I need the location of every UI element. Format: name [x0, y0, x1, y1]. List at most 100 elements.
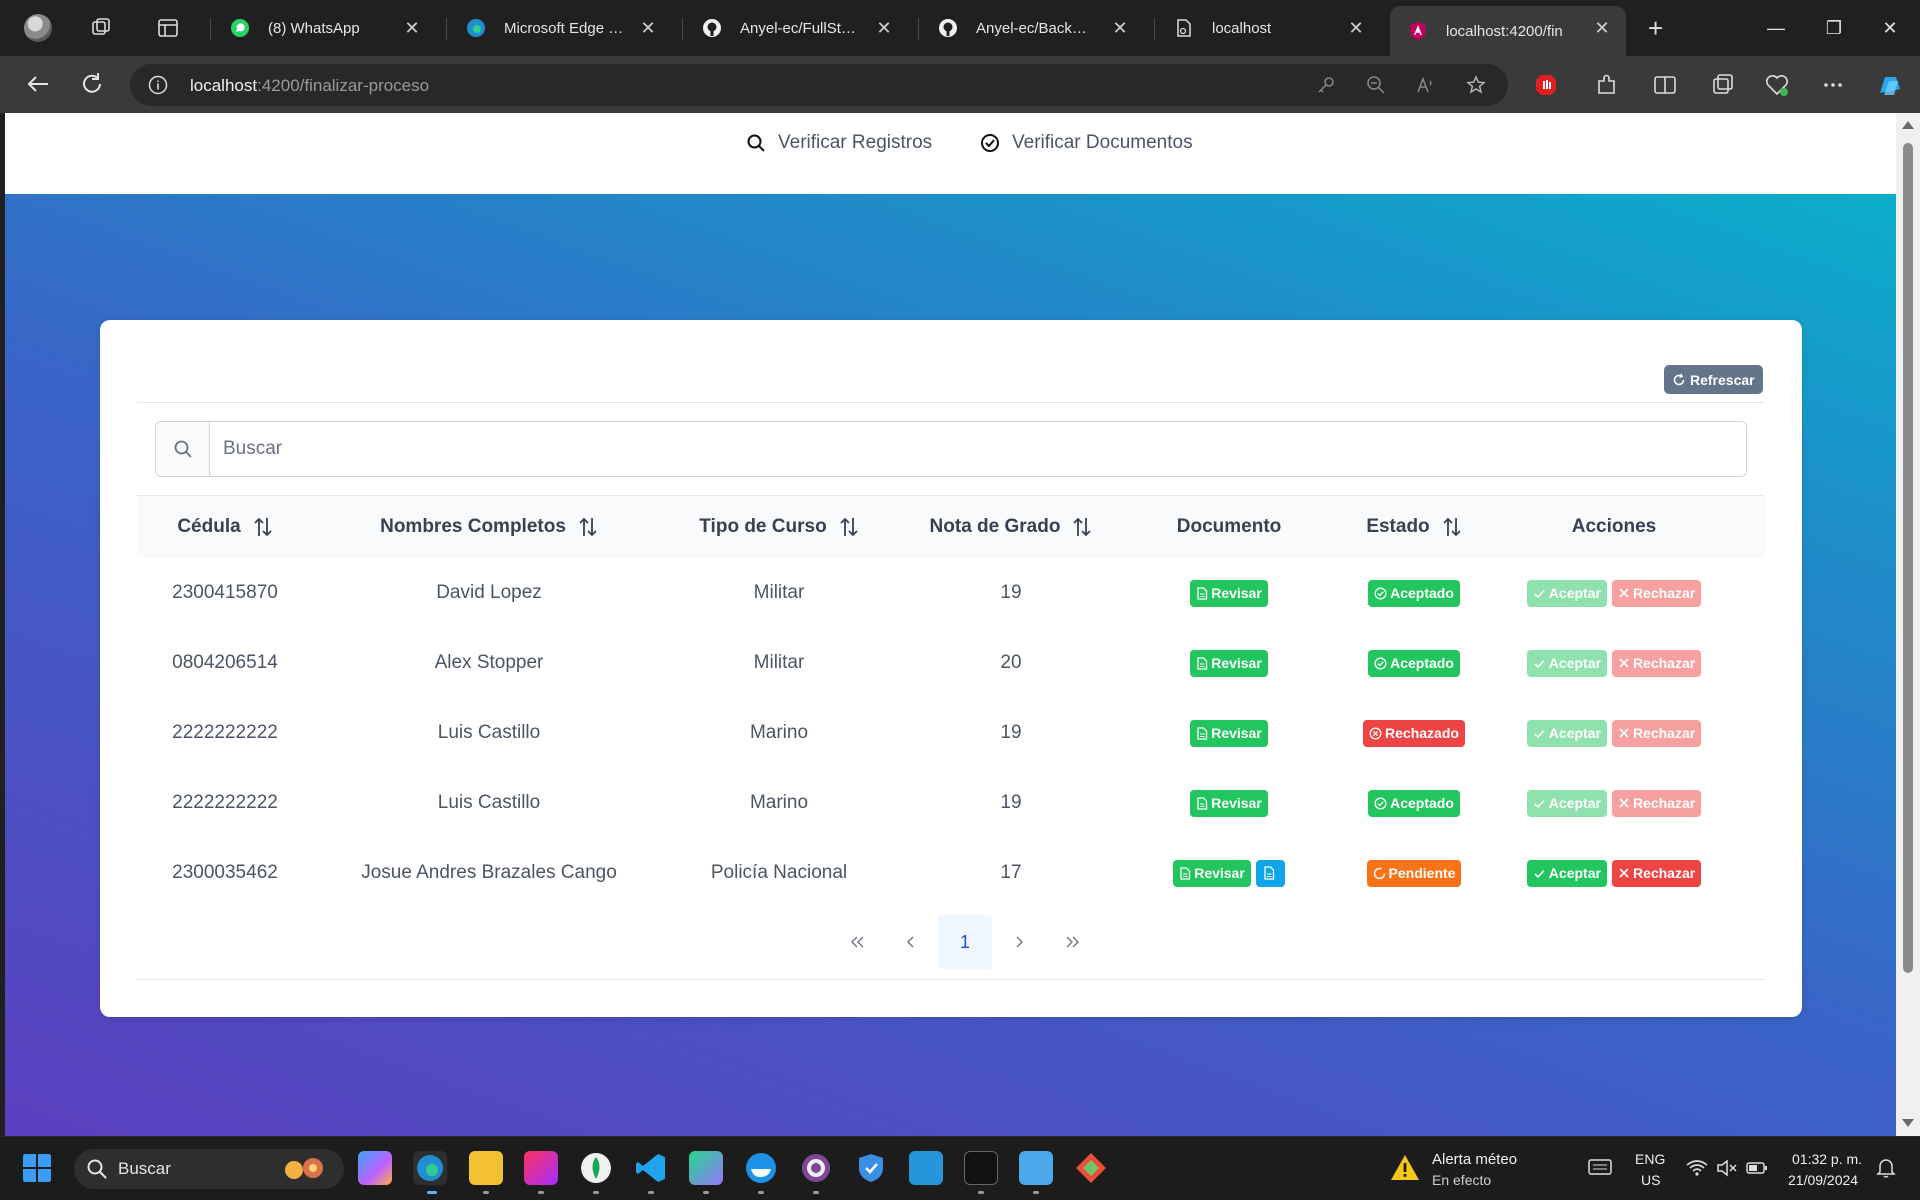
first-page-button[interactable]: [830, 915, 884, 969]
address-bar[interactable]: localhost:4200/finalizar-proceso: [130, 64, 1508, 106]
datagrip-icon[interactable]: [689, 1151, 723, 1185]
tab-actions-icon[interactable]: [157, 17, 179, 39]
terminal-icon[interactable]: [964, 1151, 998, 1185]
tab-github-fullstack[interactable]: Anyel-ec/FullStack ✕: [684, 6, 908, 50]
battery-icon[interactable]: [1746, 1160, 1768, 1176]
close-window-button[interactable]: ✕: [1874, 12, 1906, 44]
browser-essentials-icon[interactable]: [1764, 72, 1790, 98]
back-button[interactable]: [22, 68, 54, 100]
revisar-button[interactable]: Revisar: [1190, 649, 1268, 677]
split-screen-icon[interactable]: [1652, 72, 1678, 98]
tab-github-backend[interactable]: Anyel-ec/BackEnd ✕: [920, 6, 1144, 50]
last-page-button[interactable]: [1046, 915, 1100, 969]
sort-icon[interactable]: [1442, 516, 1462, 538]
column-header-nombres[interactable]: Nombres Completos: [313, 496, 665, 558]
speaker-muted-icon[interactable]: [1716, 1159, 1738, 1177]
skype-icon[interactable]: [909, 1151, 943, 1185]
minimize-button[interactable]: —: [1760, 12, 1792, 44]
revisar-button[interactable]: Revisar: [1190, 719, 1268, 747]
read-aloud-icon[interactable]: [1416, 75, 1436, 95]
wifi-icon[interactable]: [1686, 1159, 1708, 1177]
prev-page-button[interactable]: [884, 915, 938, 969]
sort-icon[interactable]: [253, 516, 273, 538]
aceptar-button[interactable]: Aceptar: [1526, 789, 1607, 817]
tor-browser-icon[interactable]: [799, 1151, 833, 1185]
rechazar-button[interactable]: Rechazar: [1611, 789, 1702, 817]
more-options-icon[interactable]: [1820, 72, 1846, 98]
favorite-star-icon[interactable]: [1466, 75, 1486, 95]
docker-icon[interactable]: [744, 1151, 778, 1185]
nav-verificar-documentos[interactable]: Verificar Documentos: [980, 132, 1193, 154]
restore-button[interactable]: ❐: [1818, 12, 1850, 44]
new-tab-button[interactable]: +: [1648, 14, 1663, 42]
revisar-button[interactable]: Revisar: [1173, 859, 1251, 887]
scroll-down-arrow[interactable]: [1902, 1119, 1914, 1127]
close-icon[interactable]: ✕: [1344, 16, 1368, 40]
page-scrollbar[interactable]: [1896, 113, 1920, 1136]
edge-app-icon[interactable]: [413, 1151, 447, 1185]
revisar-button[interactable]: Revisar: [1190, 579, 1268, 607]
git-tool-icon[interactable]: [1074, 1151, 1108, 1185]
reload-button[interactable]: [76, 68, 108, 100]
sort-icon[interactable]: [1072, 516, 1092, 538]
warning-icon[interactable]: [1390, 1153, 1420, 1183]
search-input[interactable]: [210, 422, 1746, 476]
rechazar-button[interactable]: Rechazar: [1611, 719, 1702, 747]
close-icon[interactable]: ✕: [636, 16, 660, 40]
refresh-button[interactable]: Refrescar: [1664, 365, 1763, 394]
info-icon[interactable]: [148, 75, 168, 95]
zoom-out-icon[interactable]: [1366, 75, 1386, 95]
keyboard-icon[interactable]: [1588, 1157, 1612, 1177]
notification-bell-icon[interactable]: [1876, 1157, 1896, 1179]
tab-microsoft-edge[interactable]: Microsoft Edge | N ✕: [448, 6, 672, 50]
adblock-extension-icon[interactable]: [1533, 72, 1559, 98]
sort-icon[interactable]: [839, 516, 859, 538]
nombre-cell: Alex Stopper: [434, 652, 544, 673]
extensions-icon[interactable]: [1594, 72, 1620, 98]
copilot-app-icon[interactable]: [358, 1151, 392, 1185]
page-1-button[interactable]: 1: [938, 915, 992, 969]
nav-verificar-registros[interactable]: Verificar Registros: [746, 132, 932, 154]
column-header-estado[interactable]: Estado: [1329, 496, 1499, 558]
collections-icon[interactable]: [1710, 72, 1736, 98]
weather-title[interactable]: Alerta méteo: [1432, 1151, 1517, 1168]
scrollbar-thumb[interactable]: [1903, 143, 1913, 973]
column-header-tipo-curso[interactable]: Tipo de Curso: [665, 496, 893, 558]
language-code[interactable]: ENG: [1635, 1151, 1665, 1167]
close-icon[interactable]: ✕: [872, 16, 896, 40]
column-header-nota[interactable]: Nota de Grado: [893, 496, 1129, 558]
mongodb-compass-icon[interactable]: [579, 1151, 613, 1185]
close-icon[interactable]: ✕: [1590, 16, 1614, 40]
taskbar-search[interactable]: Buscar: [74, 1149, 344, 1189]
sort-icon[interactable]: [578, 516, 598, 538]
aceptar-button[interactable]: Aceptar: [1526, 579, 1607, 607]
profile-avatar[interactable]: [24, 14, 52, 42]
curso-cell: Policía Nacional: [710, 862, 848, 883]
key-icon[interactable]: [1316, 75, 1336, 95]
vscode-icon[interactable]: [634, 1151, 668, 1185]
view-document-button[interactable]: [1255, 859, 1285, 887]
workspaces-icon[interactable]: [90, 17, 112, 39]
revisar-button[interactable]: Revisar: [1190, 789, 1268, 817]
next-page-button[interactable]: [992, 915, 1046, 969]
notepad-icon[interactable]: [1019, 1151, 1053, 1185]
security-app-icon[interactable]: [854, 1151, 888, 1185]
file-explorer-icon[interactable]: [469, 1151, 503, 1185]
rechazar-button[interactable]: Rechazar: [1611, 649, 1702, 677]
tab-whatsapp[interactable]: (8) WhatsApp ✕: [212, 6, 436, 50]
intellij-icon[interactable]: [524, 1151, 558, 1185]
aceptar-button[interactable]: Aceptar: [1526, 719, 1607, 747]
tab-localhost[interactable]: localhost ✕: [1156, 6, 1380, 50]
tab-localhost-4200[interactable]: localhost:4200/fin ✕: [1390, 6, 1626, 56]
rechazar-button[interactable]: Rechazar: [1611, 859, 1702, 887]
aceptar-button[interactable]: Aceptar: [1526, 859, 1607, 887]
clock-time[interactable]: 01:32 p. m.: [1792, 1151, 1862, 1167]
windows-start-icon[interactable]: [22, 1153, 52, 1183]
aceptar-button[interactable]: Aceptar: [1526, 649, 1607, 677]
column-header-cedula[interactable]: Cédula: [137, 496, 313, 558]
close-icon[interactable]: ✕: [400, 16, 424, 40]
close-icon[interactable]: ✕: [1108, 16, 1132, 40]
rechazar-button[interactable]: Rechazar: [1611, 579, 1702, 607]
scroll-up-arrow[interactable]: [1902, 121, 1914, 129]
copilot-icon[interactable]: [1874, 69, 1906, 101]
